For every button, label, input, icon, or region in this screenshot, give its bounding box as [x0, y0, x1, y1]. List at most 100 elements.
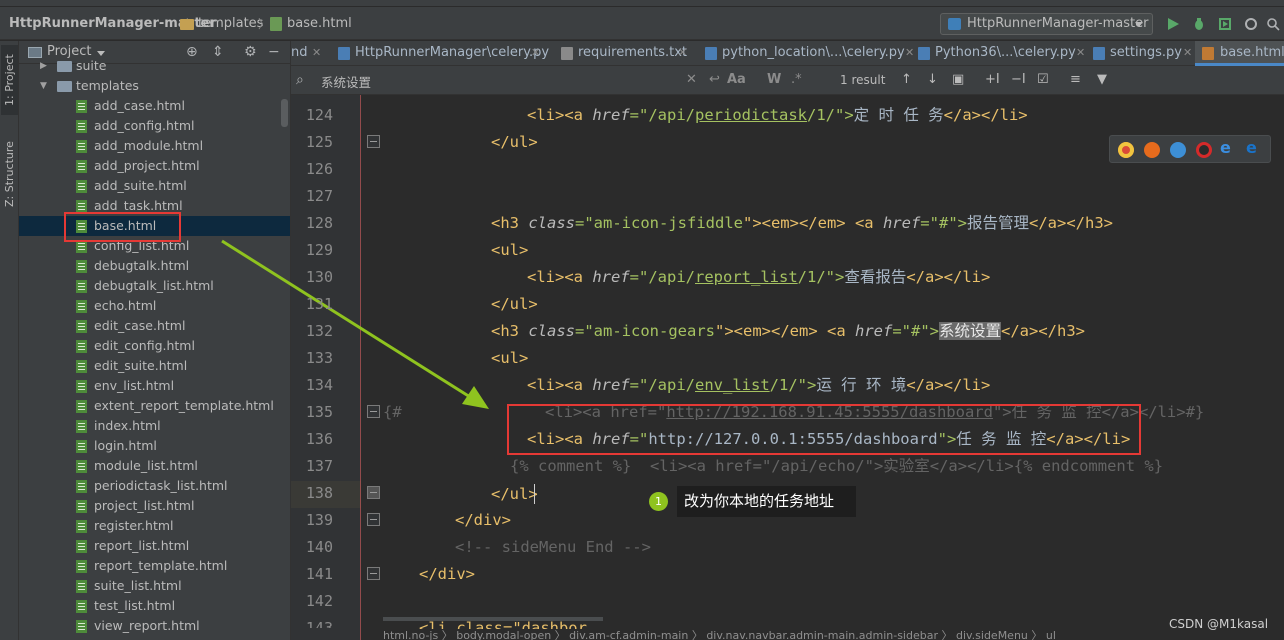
- tree-file-item[interactable]: edit_suite.html: [19, 356, 290, 376]
- filter-icon[interactable]: ▼: [1097, 72, 1107, 88]
- open-in-window-icon[interactable]: ▣: [952, 72, 964, 88]
- tab-project-tool[interactable]: 1: Project: [1, 45, 18, 115]
- line-number: 141: [305, 565, 333, 583]
- coverage-icon[interactable]: [1218, 17, 1232, 31]
- tree-file-item[interactable]: edit_config.html: [19, 336, 290, 356]
- tree-folder-suite[interactable]: ▶ suite: [19, 56, 290, 76]
- tab-editor[interactable]: settings.py ✕: [1093, 41, 1197, 66]
- tree-file-item[interactable]: view_report.html: [19, 616, 290, 636]
- debug-icon[interactable]: [1192, 17, 1206, 31]
- tree-file-item[interactable]: debugtalk_list.html: [19, 276, 290, 296]
- tree-file-item[interactable]: env_list.html: [19, 376, 290, 396]
- tree-item-label: view_report.html: [94, 618, 200, 633]
- close-icon[interactable]: ✕: [531, 41, 540, 65]
- tree-file-item[interactable]: add_suite.html: [19, 176, 290, 196]
- tree-file-item[interactable]: register.html: [19, 516, 290, 536]
- tree-file-item[interactable]: periodictask_list.html: [19, 476, 290, 496]
- html-file-icon: [76, 540, 89, 553]
- next-occurrence-icon[interactable]: ↓: [927, 72, 938, 88]
- select-all-occurrences-icon[interactable]: ☑: [1037, 72, 1049, 88]
- tree-file-item[interactable]: add_project.html: [19, 156, 290, 176]
- html-breadcrumb[interactable]: html.no-js 〉 body.modal-open 〉 div.am-cf…: [383, 629, 1103, 640]
- run-icon[interactable]: [1166, 17, 1180, 31]
- python-file-icon: [1093, 47, 1105, 60]
- tree-file-item[interactable]: login.html: [19, 436, 290, 456]
- remove-occurrence-icon[interactable]: −I: [1011, 72, 1026, 88]
- search-everywhere-icon[interactable]: [1266, 17, 1280, 31]
- tree-file-item[interactable]: project_list.html: [19, 496, 290, 516]
- breadcrumb-folder[interactable]: templates: [198, 15, 263, 33]
- html-file-icon: [76, 160, 89, 173]
- close-icon[interactable]: ✕: [678, 41, 687, 65]
- match-case-icon[interactable]: Aa: [727, 72, 746, 88]
- tab-editor[interactable]: nd ✕: [291, 41, 333, 66]
- tab-editor-active[interactable]: base.html: [1195, 41, 1284, 66]
- tree-item-label: suite_list.html: [94, 578, 182, 593]
- tree-file-item[interactable]: extent_report_template.html: [19, 396, 290, 416]
- tree-file-item[interactable]: add_case.html: [19, 96, 290, 116]
- build-icon[interactable]: [1244, 17, 1258, 31]
- breadcrumb-file[interactable]: base.html: [287, 15, 352, 33]
- chrome-icon[interactable]: [1118, 142, 1134, 158]
- html-file-icon: [76, 340, 89, 353]
- tab-editor[interactable]: python_location\...\celery.py ✕: [705, 41, 919, 66]
- fold-marker-icon[interactable]: [367, 567, 380, 580]
- whole-word-icon[interactable]: W: [767, 72, 781, 88]
- tree-item-label: module_list.html: [94, 458, 198, 473]
- html-file-icon: [76, 580, 89, 593]
- chevron-down-icon[interactable]: ▼: [40, 76, 47, 96]
- line-number: 133: [305, 349, 333, 367]
- replace-icon[interactable]: ↩: [709, 72, 720, 88]
- internet-explorer-icon[interactable]: e: [1220, 140, 1236, 156]
- tree-file-item[interactable]: module_list.html: [19, 456, 290, 476]
- tree-folder-templates[interactable]: ▼ templates: [19, 76, 290, 96]
- python-file-icon: [705, 47, 717, 60]
- safari-icon[interactable]: [1170, 142, 1186, 158]
- run-configuration-select[interactable]: HttpRunnerManager-master: [940, 13, 1153, 35]
- scrollbar[interactable]: [281, 99, 288, 127]
- project-panel: Project ⊕ ⇕ ⚙ − ▶ suite ▼ templates add_case…: [19, 41, 291, 640]
- tab-editor[interactable]: Python36\...\celery.py ✕: [918, 41, 1090, 66]
- close-icon[interactable]: ✕: [1183, 41, 1192, 65]
- tree-file-item[interactable]: debugtalk.html: [19, 256, 290, 276]
- tree-file-item[interactable]: test_list.html: [19, 596, 290, 616]
- add-occurrence-icon[interactable]: +I: [985, 72, 1000, 88]
- tree-file-item[interactable]: edit_case.html: [19, 316, 290, 336]
- html-file-icon: [76, 180, 89, 193]
- close-icon[interactable]: ✕: [312, 41, 321, 65]
- tree-file-item[interactable]: echo.html: [19, 296, 290, 316]
- filter-settings-icon[interactable]: ≡: [1070, 72, 1081, 88]
- tree-file-item[interactable]: add_module.html: [19, 136, 290, 156]
- fold-marker-icon[interactable]: [367, 513, 380, 526]
- fold-marker-icon[interactable]: [367, 135, 380, 148]
- search-icon[interactable]: ⌕: [296, 72, 304, 88]
- line-number: 131: [305, 295, 333, 313]
- chevron-right-icon[interactable]: ▶: [40, 56, 47, 76]
- fold-marker-icon[interactable]: [367, 486, 380, 499]
- opera-icon[interactable]: [1196, 142, 1212, 158]
- tree-item-label: project_list.html: [94, 498, 195, 513]
- firefox-icon[interactable]: [1144, 142, 1160, 158]
- tree-file-item[interactable]: report_list.html: [19, 536, 290, 556]
- tree-file-item[interactable]: index.html: [19, 416, 290, 436]
- clear-icon[interactable]: ✕: [686, 72, 697, 88]
- tab-editor[interactable]: requirements.txt ✕: [561, 41, 691, 66]
- html-file-icon: [76, 500, 89, 513]
- close-icon[interactable]: ✕: [905, 41, 914, 65]
- close-icon[interactable]: ✕: [1076, 41, 1085, 65]
- html-file-icon: [76, 620, 89, 633]
- tree-file-item[interactable]: report_template.html: [19, 556, 290, 576]
- tab-editor[interactable]: HttpRunnerManager\celery.py ✕: [338, 41, 549, 66]
- tab-structure-tool[interactable]: Z: Structure: [1, 133, 18, 215]
- tree-file-item[interactable]: suite_list.html: [19, 576, 290, 596]
- tree-file-item[interactable]: add_config.html: [19, 116, 290, 136]
- previous-occurrence-icon[interactable]: ↑: [901, 72, 912, 88]
- line-number: 139: [305, 511, 333, 529]
- browser-preview-bar: e e: [1109, 135, 1271, 163]
- code-line-131: </ul>: [491, 295, 538, 313]
- edge-icon[interactable]: e: [1246, 140, 1262, 156]
- regex-icon[interactable]: .*: [791, 72, 802, 88]
- horizontal-scrollbar[interactable]: [383, 617, 603, 621]
- fold-marker-icon[interactable]: [367, 405, 380, 418]
- search-input[interactable]: 系统设置: [321, 72, 371, 91]
